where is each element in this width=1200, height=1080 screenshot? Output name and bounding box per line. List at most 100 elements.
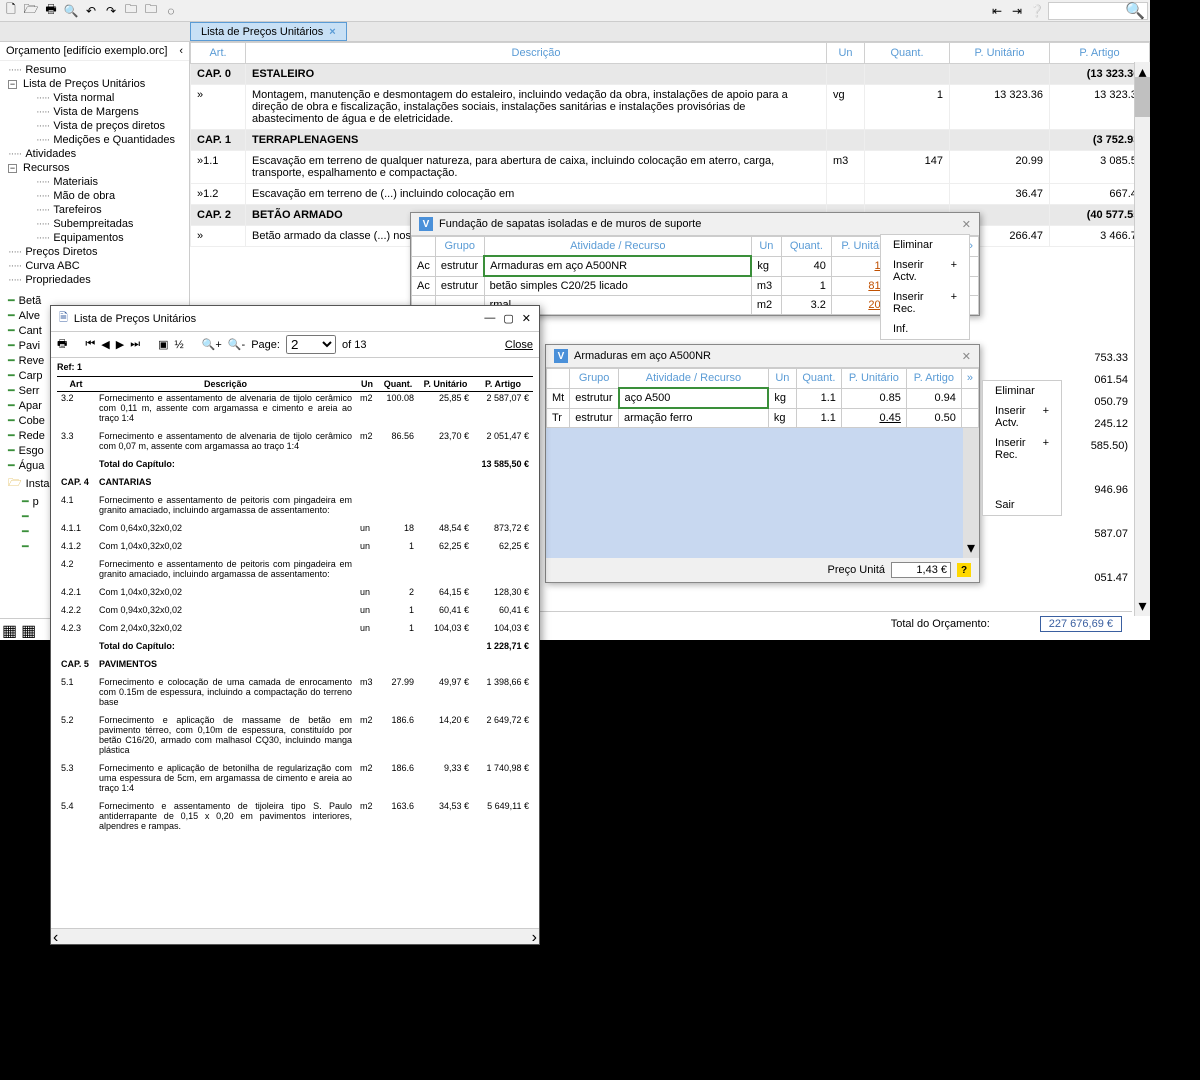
half-icon[interactable]: ½ xyxy=(175,339,184,351)
zoom-out-icon[interactable]: 🔍- xyxy=(228,338,245,351)
col-quant[interactable]: Quant. xyxy=(865,43,950,64)
tree-recursos[interactable]: −Recursos xyxy=(0,161,189,175)
table-row[interactable]: Mtestruturaço A500kg1.10.850.94 xyxy=(547,388,979,408)
new-icon[interactable]: 🗋 xyxy=(2,2,20,20)
col-grupo[interactable]: Grupo xyxy=(435,237,484,257)
col-partigo[interactable]: P. Artigo xyxy=(1050,43,1150,64)
col-quant[interactable]: Quant. xyxy=(796,369,841,389)
col-un[interactable]: Un xyxy=(768,369,796,389)
menu-sair[interactable]: Sair xyxy=(983,495,1061,515)
open-icon[interactable]: 🗁 xyxy=(22,2,40,20)
col-partigo[interactable]: P. Artigo xyxy=(906,369,961,389)
folder1-icon[interactable]: 🗀 xyxy=(122,2,140,20)
print-h-scrollbar[interactable]: ‹› xyxy=(51,928,539,944)
next-page-icon[interactable]: ▶ xyxy=(116,338,124,351)
indent-right-icon[interactable]: ⇥ xyxy=(1008,2,1026,20)
col-quant[interactable]: Quant. xyxy=(781,237,831,257)
last-page-icon[interactable]: ⏭ xyxy=(130,338,140,351)
tree-root[interactable]: Orçamento [edifício exemplo.orc] ‹ xyxy=(0,42,189,61)
stop-icon[interactable]: ▣ xyxy=(158,338,168,351)
tree-tarefeiros[interactable]: ·····Tarefeiros xyxy=(28,203,189,217)
tree-equipamentos[interactable]: ·····Equipamentos xyxy=(28,231,189,245)
folder2-icon[interactable]: 🗀 xyxy=(142,2,160,20)
close-icon[interactable]: ✕ xyxy=(962,218,971,231)
print-icon[interactable]: 🖶 xyxy=(57,335,67,354)
tree-curva-abc[interactable]: ·····Curva ABC xyxy=(0,259,189,273)
table-row[interactable]: »Montagem, manutenção e desmontagem do e… xyxy=(191,85,1150,130)
tree-vista-normal[interactable]: ·····Vista normal xyxy=(28,91,189,105)
first-page-icon[interactable]: ⏮ xyxy=(85,338,95,351)
inner-scrollbar[interactable]: ▾ xyxy=(963,428,979,558)
tree-medicoes[interactable]: ·····Medições e Quantidades xyxy=(28,133,189,147)
chevron-left-icon[interactable]: ‹ xyxy=(179,45,183,57)
vertical-scrollbar[interactable]: ▴ ▾ xyxy=(1134,62,1150,616)
maximize-icon[interactable]: ▢ xyxy=(503,312,513,325)
table-row[interactable]: CAP. 0ESTALEIRO(13 323.36) xyxy=(191,64,1150,85)
col-art[interactable]: Art. xyxy=(191,43,246,64)
col-punit[interactable]: P. Unitário xyxy=(841,369,906,389)
print-icon[interactable]: 🖶 xyxy=(42,2,60,20)
menu-inserir-rec[interactable]: Inserir Rec.+ xyxy=(983,433,1061,465)
tree-precos-diretos[interactable]: ·····Preços Diretos xyxy=(0,245,189,259)
grid-icon[interactable]: ▦ xyxy=(2,621,17,636)
menu-eliminar[interactable]: Eliminar xyxy=(983,381,1061,401)
close-link[interactable]: Close xyxy=(505,339,533,351)
tree-vista-margens[interactable]: ·····Vista de Margens xyxy=(28,105,189,119)
redo-icon[interactable]: ↷ xyxy=(102,2,120,20)
tree-vista-precos[interactable]: ·····Vista de preços diretos xyxy=(28,119,189,133)
table-row: 3.2Fornecimento e assentamento de alvena… xyxy=(57,392,533,425)
tree-lista-precos[interactable]: −Lista de Preços Unitários xyxy=(0,77,189,91)
col-un[interactable]: Un xyxy=(751,237,781,257)
chevron-icon[interactable]: » xyxy=(961,369,978,389)
help-q-icon[interactable]: ? xyxy=(957,563,971,577)
menu-inserir-actv[interactable]: Inserir Actv.+ xyxy=(983,401,1061,433)
col-atividade[interactable]: Atividade / Recurso xyxy=(484,237,751,257)
tree-mao-obra[interactable]: ·····Mão de obra xyxy=(28,189,189,203)
menu-inf[interactable]: Inf. xyxy=(881,319,969,339)
close-icon[interactable]: ✕ xyxy=(522,312,531,325)
tab-close-icon[interactable]: × xyxy=(329,26,335,38)
search-icon[interactable]: 🔍 xyxy=(62,2,80,20)
partial-values: 753.33061.54050.79245.12585.50)946.96587… xyxy=(1091,352,1128,594)
collapse-icon[interactable]: − xyxy=(8,164,17,173)
col-un[interactable]: Un xyxy=(827,43,865,64)
tree-atividades[interactable]: ·····Atividades xyxy=(0,147,189,161)
tree-resumo[interactable]: ·····Resumo xyxy=(0,63,189,77)
tree-propriedades[interactable]: ·····Propriedades xyxy=(0,273,189,287)
refresh-icon[interactable]: ◌ xyxy=(162,2,180,20)
undo-icon[interactable]: ↶ xyxy=(82,2,100,20)
menu-inserir-actv[interactable]: Inserir Actv.+ xyxy=(881,255,969,287)
indent-left-icon[interactable]: ⇤ xyxy=(988,2,1006,20)
col-atividade[interactable]: Atividade / Recurso xyxy=(619,369,769,389)
minimize-icon[interactable]: — xyxy=(484,312,495,325)
grid2-icon[interactable]: ▦ xyxy=(21,621,36,636)
search-box[interactable]: 🔍 xyxy=(1048,2,1148,20)
tab-lista-precos[interactable]: Lista de Preços Unitários × xyxy=(190,22,347,41)
col-punit[interactable]: P. Unitário xyxy=(950,43,1050,64)
menu-inserir-rec[interactable]: Inserir Rec.+ xyxy=(881,287,969,319)
table-row[interactable]: »1.1Escavação em terreno de qualquer nat… xyxy=(191,151,1150,184)
collapse-icon[interactable]: − xyxy=(8,80,17,89)
table-row[interactable]: »1.2Escavação em terreno de (...) inclui… xyxy=(191,184,1150,205)
popup1-context-menu: Eliminar Inserir Actv.+ Inserir Rec.+ In… xyxy=(880,234,970,340)
table-row[interactable]: Trestruturarmação ferrokg1.10.450.50 xyxy=(547,408,979,428)
price-input[interactable] xyxy=(891,562,951,578)
table-row: 4.2.2Com 0,94x0,32x0,02un160,41 €60,41 € xyxy=(57,604,533,616)
table-row: 5.4Fornecimento e assentamento de tijole… xyxy=(57,800,533,832)
tree-materiais[interactable]: ·····Materiais xyxy=(28,175,189,189)
tree-subempreitadas[interactable]: ·····Subempreitadas xyxy=(28,217,189,231)
total-label: Total do Orçamento: xyxy=(891,618,990,630)
col-grupo[interactable]: Grupo xyxy=(570,369,619,389)
popup-title-text: Armaduras em aço A500NR xyxy=(574,350,711,362)
col-desc[interactable]: Descrição xyxy=(246,43,827,64)
page-select[interactable]: 2 xyxy=(286,335,336,354)
help-icon[interactable]: ❔ xyxy=(1028,2,1046,20)
close-icon[interactable]: ✕ xyxy=(962,350,971,363)
menu-eliminar[interactable]: Eliminar xyxy=(881,235,969,255)
table-row: CAP. 4CANTARIAS xyxy=(57,476,533,488)
popup-title-text: Fundação de sapatas isoladas e de muros … xyxy=(439,218,701,230)
prev-page-icon[interactable]: ◀ xyxy=(101,338,109,351)
table-row: 4.1.1Com 0,64x0,32x0,02un1848,54 €873,72… xyxy=(57,522,533,534)
zoom-in-icon[interactable]: 🔍+ xyxy=(202,338,222,351)
table-row[interactable]: CAP. 1TERRAPLENAGENS(3 752.93) xyxy=(191,130,1150,151)
